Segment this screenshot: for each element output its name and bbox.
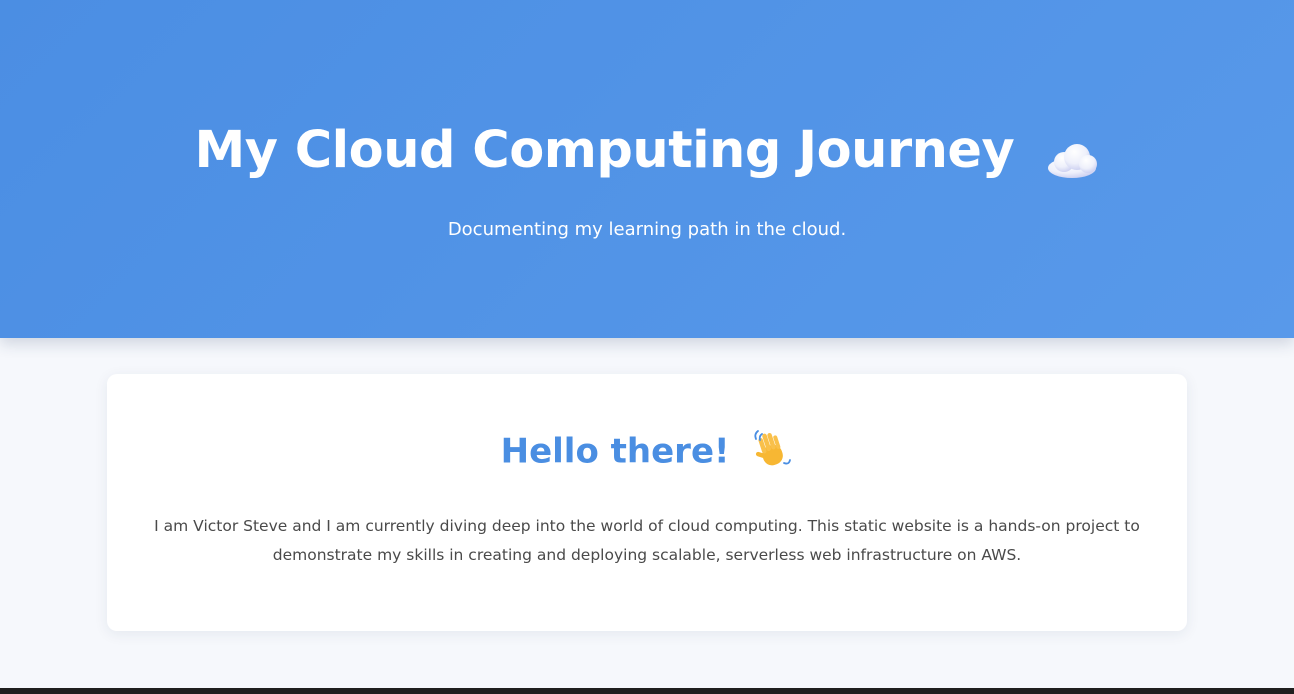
intro-heading-text: Hello there! (500, 431, 730, 472)
intro-card: Hello there! I am Victor Steve and I am … (107, 374, 1187, 631)
page-subtitle: Documenting my learning path in the clou… (447, 219, 847, 240)
window-bottom-edge (0, 688, 1294, 694)
intro-heading: Hello there! (107, 426, 1187, 476)
intro-paragraph: I am Victor Steve and I am currently div… (154, 517, 1140, 564)
page-title-text: My Cloud Computing Journey (194, 121, 1015, 180)
page-title: My Cloud Computing Journey (0, 114, 1294, 186)
cloud-icon (1046, 129, 1100, 178)
hero-header: My Cloud Computing Journey Documenting m… (0, 0, 1294, 338)
waving-hand-icon (751, 429, 793, 471)
